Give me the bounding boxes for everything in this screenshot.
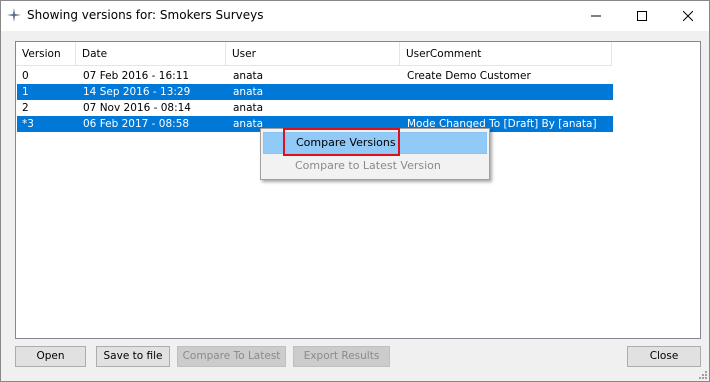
maximize-button[interactable]: [619, 1, 665, 31]
cell-version: 1: [22, 86, 29, 98]
cell-date: 06 Feb 2017 - 08:58: [83, 118, 190, 130]
close-button[interactable]: Close: [627, 346, 701, 367]
cell-date: 14 Sep 2016 - 13:29: [83, 86, 191, 98]
list-header: Version Date User UserComment: [16, 42, 612, 66]
column-header-user[interactable]: User: [226, 42, 400, 66]
versions-list[interactable]: Version Date User UserComment 0 07 Feb 2…: [15, 41, 701, 339]
app-icon: [7, 8, 21, 22]
minimize-button[interactable]: [573, 1, 619, 31]
table-row[interactable]: 0 07 Feb 2016 - 16:11 anata Create Demo …: [17, 68, 613, 84]
close-window-button[interactable]: [665, 1, 710, 31]
cell-version: *3: [22, 118, 34, 130]
export-results-button[interactable]: Export Results: [293, 346, 390, 367]
cell-comment: Create Demo Customer: [407, 70, 531, 82]
column-header-usercomment[interactable]: UserComment: [400, 42, 612, 66]
open-button[interactable]: Open: [15, 346, 86, 367]
window-title: Showing versions for: Smokers Surveys: [27, 8, 264, 22]
compare-to-latest-button[interactable]: Compare To Latest: [177, 346, 286, 367]
save-to-file-button[interactable]: Save to file: [96, 346, 170, 367]
cell-version: 0: [22, 70, 29, 82]
cell-user: anata: [233, 70, 264, 82]
table-row[interactable]: 1 14 Sep 2016 - 13:29 anata: [17, 84, 613, 100]
cell-version: 2: [22, 102, 29, 114]
cell-date: 07 Feb 2016 - 16:11: [83, 70, 190, 82]
cell-user: anata: [233, 86, 264, 98]
cell-comment: [407, 100, 612, 116]
column-header-version[interactable]: Version: [16, 42, 76, 66]
highlight-box: [283, 128, 400, 156]
cell-user: anata: [233, 102, 264, 114]
versions-window: Showing versions for: Smokers Surveys Ve…: [0, 0, 710, 382]
table-row[interactable]: 2 07 Nov 2016 - 08:14 anata: [17, 100, 613, 116]
cell-date: 07 Nov 2016 - 08:14: [83, 102, 191, 114]
menu-item-compare-to-latest[interactable]: Compare to Latest Version: [263, 155, 487, 177]
column-header-date[interactable]: Date: [76, 42, 226, 66]
resize-grip-icon[interactable]: [697, 369, 707, 379]
cell-comment: [407, 84, 612, 100]
title-bar[interactable]: Showing versions for: Smokers Surveys: [1, 1, 709, 31]
